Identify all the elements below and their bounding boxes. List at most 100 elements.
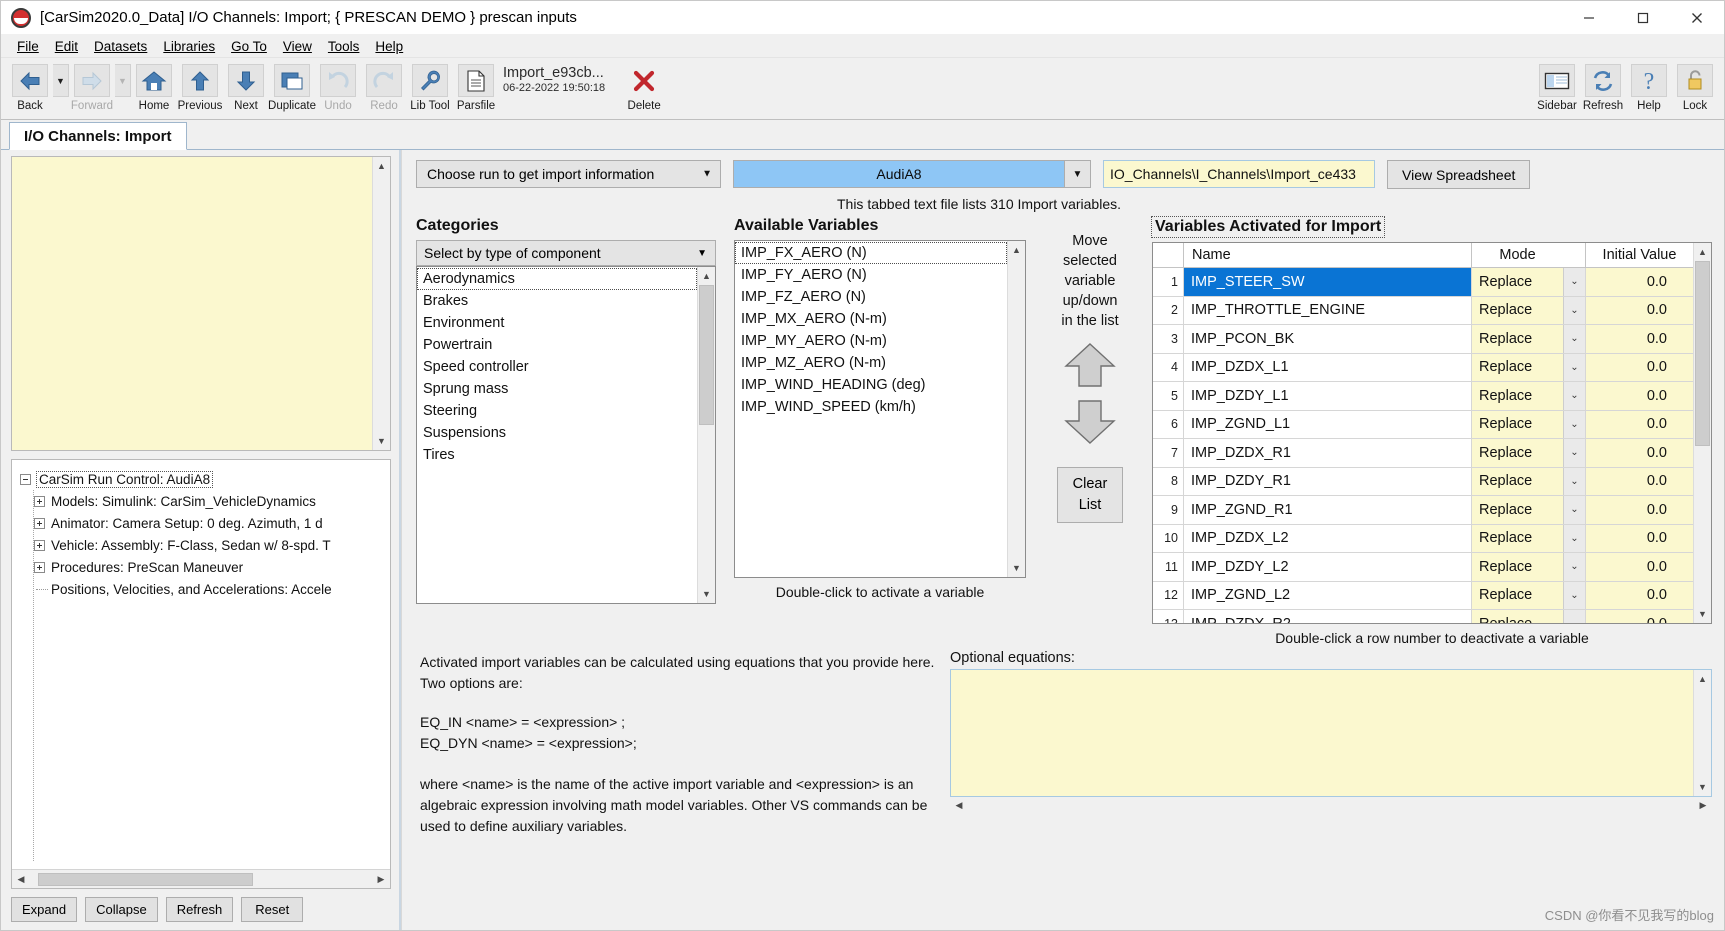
equations-scroll-up-icon[interactable]: ▲ [1694, 670, 1711, 688]
category-item-brakes[interactable]: Brakes [417, 290, 697, 312]
row-mode-value[interactable]: Replace [1471, 581, 1563, 609]
row-number[interactable]: 1 [1153, 268, 1183, 296]
available-variables-scrollbar[interactable]: ▲ ▼ [1007, 241, 1025, 577]
expand-button[interactable]: Expand [11, 897, 78, 922]
row-mode-chevron-down-icon[interactable]: ⌄ [1563, 553, 1585, 581]
equations-horizontal-scrollbar[interactable]: ◀ ▶ [950, 797, 1712, 814]
available-scroll-track[interactable] [1008, 259, 1025, 559]
row-mode-value[interactable]: Replace [1471, 496, 1563, 524]
row-mode-chevron-down-icon[interactable]: ⌄ [1563, 496, 1585, 524]
forward-dropdown-chevron-down-icon[interactable]: ▼ [115, 64, 131, 97]
row-variable-name[interactable]: IMP_PCON_BK [1183, 325, 1471, 353]
available-variables-listbox[interactable]: IMP_FX_AERO (N) IMP_FY_AERO (N) IMP_FZ_A… [734, 240, 1026, 578]
row-variable-name[interactable]: IMP_DZDY_R1 [1183, 467, 1471, 495]
equations-scroll-left-icon[interactable]: ◀ [950, 797, 968, 814]
clear-list-button[interactable]: Clear List [1057, 467, 1123, 523]
table-row[interactable]: 10 IMP_DZDX_L2 Replace ⌄ 0.0 [1153, 524, 1693, 553]
categories-scroll-track[interactable] [698, 285, 715, 585]
undo-button[interactable]: Undo [315, 62, 361, 118]
row-initial-value[interactable]: 0.0 [1585, 410, 1693, 438]
category-item-speed-controller[interactable]: Speed controller [417, 356, 697, 378]
available-item-7[interactable]: IMP_WIND_SPEED (km/h) [735, 396, 1007, 418]
collapse-button[interactable]: Collapse [85, 897, 158, 922]
category-item-suspensions[interactable]: Suspensions [417, 422, 697, 444]
duplicate-button[interactable]: Duplicate [268, 62, 316, 118]
row-initial-value[interactable]: 0.0 [1585, 496, 1693, 524]
categories-scroll-thumb[interactable] [699, 285, 714, 425]
row-initial-value[interactable]: 0.0 [1585, 382, 1693, 410]
row-variable-name[interactable]: IMP_DZDX_L2 [1183, 524, 1471, 552]
row-initial-value[interactable]: 0.0 [1585, 524, 1693, 552]
row-number[interactable]: 9 [1153, 496, 1183, 524]
tree-item-models[interactable]: Models: Simulink: CarSim_VehicleDynamics [20, 490, 390, 512]
menu-view[interactable]: View [275, 37, 320, 56]
row-initial-value[interactable]: 0.0 [1585, 439, 1693, 467]
row-mode-chevron-down-icon[interactable]: ⌄ [1563, 268, 1585, 296]
row-mode-value[interactable]: Replace [1471, 410, 1563, 438]
row-number[interactable]: 5 [1153, 382, 1183, 410]
tree-item-animator[interactable]: Animator: Camera Setup: 0 deg. Azimuth, … [20, 512, 390, 534]
table-row[interactable]: 8 IMP_DZDY_R1 Replace ⌄ 0.0 [1153, 467, 1693, 496]
row-variable-name[interactable]: IMP_ZGND_R1 [1183, 496, 1471, 524]
row-variable-name[interactable]: IMP_DZDX_R2 [1183, 610, 1471, 623]
tree-expander-plus-icon[interactable] [34, 495, 45, 507]
row-mode-chevron-down-icon[interactable]: ⌄ [1563, 467, 1585, 495]
lib-tool-button[interactable]: Lib Tool [407, 62, 453, 118]
available-item-3[interactable]: IMP_MX_AERO (N-m) [735, 308, 1007, 330]
available-scroll-down-icon[interactable]: ▼ [1008, 559, 1025, 577]
row-initial-value[interactable]: 0.0 [1585, 353, 1693, 381]
table-row[interactable]: 4 IMP_DZDX_L1 Replace ⌄ 0.0 [1153, 353, 1693, 382]
refresh-button[interactable]: Refresh [1580, 62, 1626, 118]
category-item-steering[interactable]: Steering [417, 400, 697, 422]
row-mode-value[interactable]: Replace [1471, 353, 1563, 381]
back-button[interactable]: Back [7, 62, 53, 118]
available-item-0[interactable]: IMP_FX_AERO (N) [735, 242, 1007, 264]
row-variable-name[interactable]: IMP_THROTTLE_ENGINE [1183, 296, 1471, 324]
menu-tools[interactable]: Tools [320, 37, 368, 56]
menu-datasets[interactable]: Datasets [86, 37, 155, 56]
row-mode-chevron-down-icon[interactable]: ⌄ [1563, 524, 1585, 552]
move-down-arrow-down-icon[interactable] [1061, 398, 1119, 451]
table-scroll-track[interactable] [1694, 261, 1711, 605]
row-mode-chevron-down-icon[interactable]: ⌄ [1563, 325, 1585, 353]
row-mode-value[interactable]: Replace [1471, 467, 1563, 495]
available-item-6[interactable]: IMP_WIND_HEADING (deg) [735, 374, 1007, 396]
row-initial-value[interactable]: 0.0 [1585, 268, 1693, 296]
row-number[interactable]: 13 [1153, 610, 1183, 623]
table-scroll-thumb[interactable] [1695, 261, 1710, 446]
row-initial-value[interactable]: 0.0 [1585, 553, 1693, 581]
help-button[interactable]: ? Help [1626, 62, 1672, 118]
row-mode-value[interactable]: Replace [1471, 610, 1563, 623]
menu-goto[interactable]: Go To [223, 37, 275, 56]
available-item-4[interactable]: IMP_MY_AERO (N-m) [735, 330, 1007, 352]
table-row[interactable]: 13 IMP_DZDX_R2 Replace ⌄ 0.0 [1153, 610, 1693, 623]
menu-edit[interactable]: Edit [47, 37, 86, 56]
minimize-icon[interactable] [1562, 1, 1616, 34]
tree-scroll-track[interactable] [30, 870, 372, 888]
equations-scroll-right-icon[interactable]: ▶ [1694, 797, 1712, 814]
activated-table-scrollbar[interactable]: ▲ ▼ [1693, 243, 1711, 623]
row-number[interactable]: 11 [1153, 553, 1183, 581]
row-initial-value[interactable]: 0.0 [1585, 325, 1693, 353]
run-tree[interactable]: CarSim Run Control: AudiA8 Models: Simul… [12, 460, 390, 869]
row-variable-name[interactable]: IMP_DZDX_L1 [1183, 353, 1471, 381]
row-number[interactable]: 10 [1153, 524, 1183, 552]
row-number[interactable]: 6 [1153, 410, 1183, 438]
tree-item-procedures[interactable]: Procedures: PreScan Maneuver [20, 556, 390, 578]
category-item-powertrain[interactable]: Powertrain [417, 334, 697, 356]
notes-scrollbar[interactable]: ▲ ▼ [372, 157, 390, 450]
row-number[interactable]: 7 [1153, 439, 1183, 467]
tree-expander-minus-icon[interactable] [20, 473, 31, 485]
refresh-tree-button[interactable]: Refresh [165, 897, 234, 922]
equations-scroll-track[interactable] [1694, 688, 1711, 778]
lock-button[interactable]: Lock [1672, 62, 1718, 118]
menu-help[interactable]: Help [367, 37, 411, 56]
equations-scroll-down-icon[interactable]: ▼ [1694, 778, 1711, 796]
tree-expander-plus-icon[interactable] [34, 517, 45, 529]
delete-button[interactable]: Delete [621, 62, 667, 118]
tree-expander-plus-icon[interactable] [34, 539, 45, 551]
move-up-arrow-up-icon[interactable] [1061, 341, 1119, 394]
row-mode-chevron-down-icon[interactable]: ⌄ [1563, 610, 1585, 623]
row-number[interactable]: 3 [1153, 325, 1183, 353]
row-mode-value[interactable]: Replace [1471, 382, 1563, 410]
